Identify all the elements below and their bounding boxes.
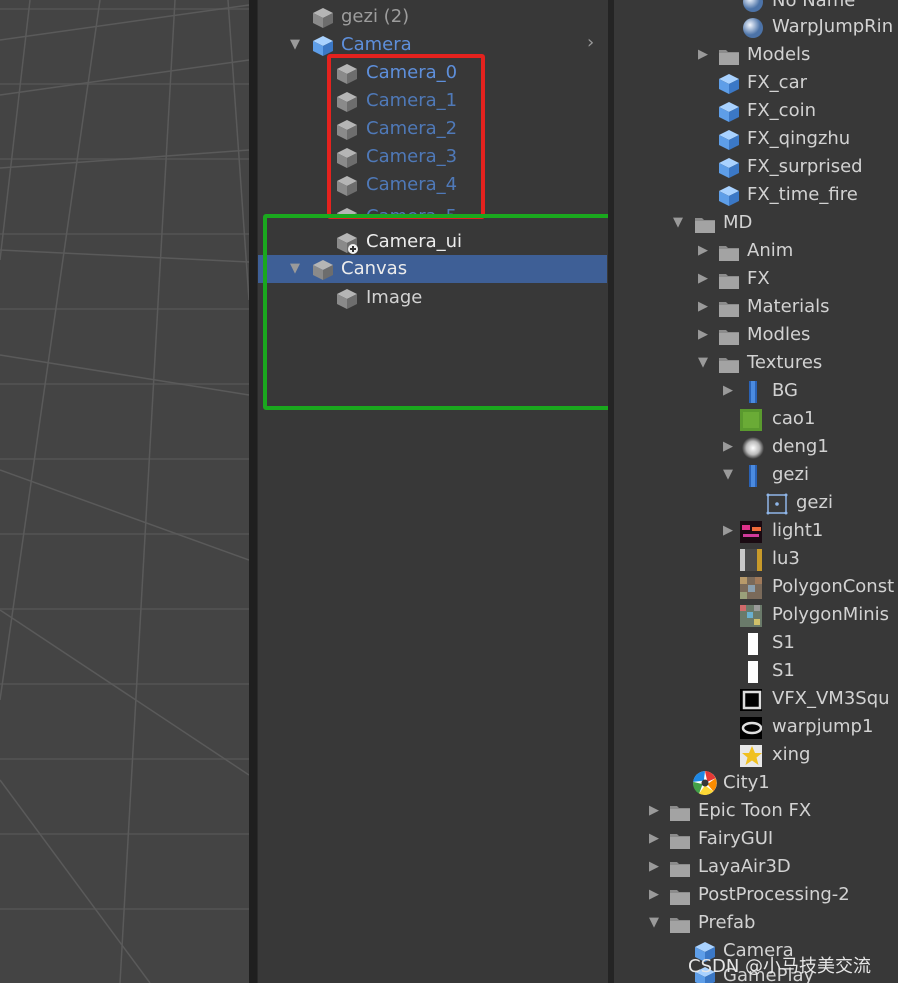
expand-arrow-down-icon[interactable]: ▼ (695, 349, 711, 377)
texture-road-icon (740, 549, 762, 571)
prefab-cube-icon (719, 102, 739, 122)
project-item-label: FX_qingzhu (747, 128, 851, 149)
texture-glow-icon (742, 437, 764, 459)
project-item-label: xing (772, 744, 811, 765)
project-item-label: FX_coin (747, 100, 817, 121)
expand-arrow-right-icon[interactable]: ▶ (695, 237, 711, 265)
project-item-label: FX (747, 268, 770, 289)
scene-view[interactable] (0, 0, 249, 983)
hierarchy-item-label: gezi (2) (341, 6, 410, 27)
chevron-right-icon[interactable]: › (587, 32, 594, 53)
expand-arrow-down-icon[interactable]: ▼ (670, 209, 686, 237)
expand-arrow-down-icon[interactable]: ▼ (720, 461, 736, 489)
prefab-cube-icon (719, 130, 739, 150)
project-item-label: Materials (747, 296, 830, 317)
project-item-label: light1 (772, 520, 824, 541)
project-item-label: Prefab (698, 912, 756, 933)
expand-arrow-right-icon[interactable]: ▶ (720, 377, 736, 405)
folder-icon (719, 50, 739, 65)
project-panel: No Name WarpJumpRin ▶ Models FX_car FX_c… (614, 0, 898, 983)
folder-icon (719, 358, 739, 373)
star-icon (740, 745, 762, 767)
project-item-label: gezi (772, 464, 809, 485)
project-item-label: S1 (772, 660, 795, 681)
folder-icon (670, 890, 690, 905)
expand-arrow-right-icon[interactable]: ▶ (720, 433, 736, 461)
texture-white-icon (748, 661, 758, 683)
project-item-label: WarpJumpRin (772, 16, 894, 37)
folder-icon (670, 862, 690, 877)
panel-splitter[interactable] (249, 0, 258, 983)
scene-aperture-icon (693, 771, 717, 796)
watermark: CSDN @小马技美交流 (688, 956, 872, 977)
folder-icon (719, 246, 739, 261)
expand-arrow-right-icon[interactable]: ▶ (695, 293, 711, 321)
project-item-label: Models (747, 44, 811, 65)
sphere-mesh-icon (743, 0, 763, 12)
project-item-label: PostProcessing-2 (698, 884, 850, 905)
project-item-label: FairyGUI (698, 828, 774, 849)
expand-arrow-right-icon[interactable]: ▶ (646, 881, 662, 909)
texture-square-frame-icon (740, 689, 762, 711)
project-item-label: FX_surprised (747, 156, 863, 177)
project-item-label: PolygonConst (772, 576, 895, 597)
folder-icon (670, 806, 690, 821)
folder-icon (719, 302, 739, 317)
project-item-label: Anim (747, 240, 794, 261)
project-item-label: FX_time_fire (747, 184, 858, 205)
scene-grid (0, 0, 249, 983)
prefab-cube-icon (719, 186, 739, 206)
project-item-label: MD (723, 212, 753, 233)
annotation-red-box (327, 54, 485, 219)
annotation-green-box (263, 214, 625, 410)
project-item-label: VFX_VM3Squ (772, 688, 890, 709)
project-item-label: City1 (723, 772, 770, 793)
prefab-cube-icon (719, 158, 739, 178)
texture-blue-icon (749, 381, 757, 403)
expand-arrow-down-icon[interactable]: ▼ (287, 31, 303, 59)
project-item-label: S1 (772, 632, 795, 653)
expand-arrow-right-icon[interactable]: ▶ (646, 825, 662, 853)
folder-icon (670, 834, 690, 849)
project-item-label: FX_car (747, 72, 808, 93)
expand-arrow-down-icon[interactable]: ▼ (646, 909, 662, 937)
gameobject-cube-icon (313, 8, 333, 28)
folder-icon (670, 918, 690, 933)
prefab-cube-icon (719, 74, 739, 94)
project-item-label: Epic Toon FX (698, 800, 812, 821)
texture-ring-icon (740, 717, 762, 739)
expand-arrow-right-icon[interactable]: ▶ (720, 517, 736, 545)
texture-atlas-icon (740, 577, 762, 599)
project-item-label: gezi (796, 492, 833, 513)
expand-arrow-right-icon[interactable]: ▶ (695, 265, 711, 293)
folder-icon (719, 330, 739, 345)
texture-white-icon (748, 633, 758, 655)
project-item-label: BG (772, 380, 798, 401)
project-item-label: Textures (747, 352, 823, 373)
texture-atlas-icon (740, 605, 762, 627)
project-item-label: lu3 (772, 548, 800, 569)
texture-blue-icon (749, 465, 757, 487)
expand-arrow-right-icon[interactable]: ▶ (695, 41, 711, 69)
expand-arrow-right-icon[interactable]: ▶ (695, 321, 711, 349)
project-item-label: cao1 (772, 408, 816, 429)
expand-arrow-right-icon[interactable]: ▶ (646, 797, 662, 825)
texture-green-icon (740, 409, 762, 431)
folder-icon (695, 218, 715, 233)
folder-icon (719, 274, 739, 289)
project-item-label: Modles (747, 324, 811, 345)
project-item-label: deng1 (772, 436, 829, 457)
project-item-label: PolygonMinis (772, 604, 890, 625)
texture-neon-icon (740, 521, 762, 543)
sphere-mesh-icon (743, 18, 763, 38)
project-item-label: LayaAir3D (698, 856, 791, 877)
hierarchy-item-gezi-2[interactable]: gezi (2) (258, 3, 608, 31)
expand-arrow-right-icon[interactable]: ▶ (646, 853, 662, 881)
project-item-label: warpjump1 (772, 716, 874, 737)
sprite-icon (766, 493, 788, 515)
